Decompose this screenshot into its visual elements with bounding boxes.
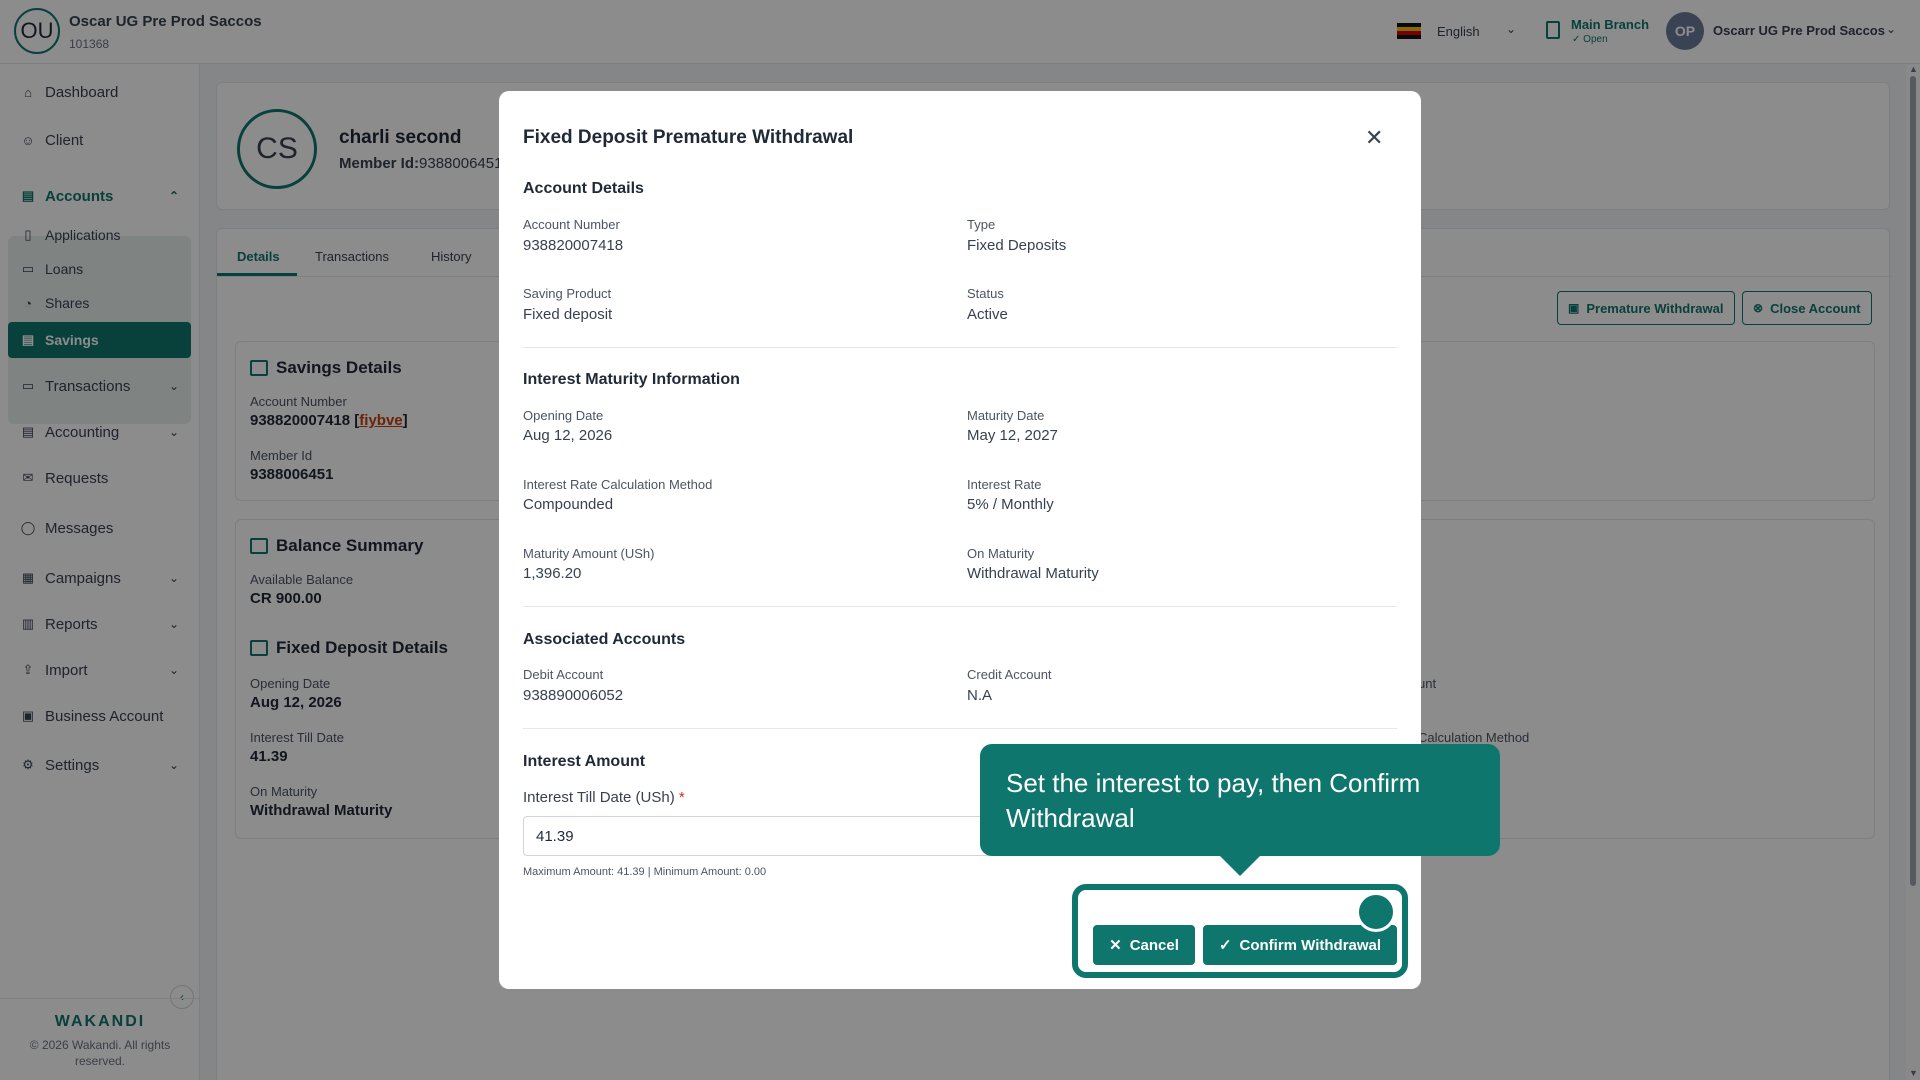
section-divider <box>523 728 1397 729</box>
maturity-amount-label: Maturity Amount (USh) <box>523 546 655 561</box>
maturity-date-value: May 12, 2027 <box>967 427 1058 444</box>
debit-account-value: 938890006052 <box>523 687 624 704</box>
on-maturity-label: On Maturity <box>967 546 1035 561</box>
credit-account-label: Credit Account <box>967 667 1052 682</box>
opening-date-value: Aug 12, 2026 <box>523 427 613 444</box>
type-label: Type <box>967 217 996 232</box>
section-title-account-details: Account Details <box>523 180 644 197</box>
dialog-title: Fixed Deposit Premature Withdrawal <box>523 127 854 148</box>
saving-product-label: Saving Product <box>523 286 612 301</box>
calc-method-label: Interest Rate Calculation Method <box>523 477 713 492</box>
tour-tooltip: Set the interest to pay, then Confirm Wi… <box>980 744 1500 856</box>
tour-pulse-dot <box>1356 892 1396 932</box>
interest-till-date-label: Interest Till Date (USh) * <box>523 789 685 806</box>
section-divider <box>523 347 1397 348</box>
required-marker: * <box>678 789 685 806</box>
status-value: Active <box>967 306 1008 323</box>
calc-method-value: Compounded <box>523 496 614 513</box>
input-label-text: Interest Till Date (USh) <box>523 789 675 806</box>
section-divider <box>523 606 1397 607</box>
opening-date-label: Opening Date <box>523 408 604 423</box>
debit-account-label: Debit Account <box>523 667 604 682</box>
status-label: Status <box>967 286 1004 301</box>
credit-account-value: N.A <box>967 687 993 704</box>
interest-rate-value: 5% / Monthly <box>967 496 1054 513</box>
section-title-interest-maturity: Interest Maturity Information <box>523 371 740 388</box>
on-maturity-value: Withdrawal Maturity <box>967 565 1099 582</box>
section-title-interest-amount: Interest Amount <box>523 753 646 770</box>
interest-rate-label: Interest Rate <box>967 477 1042 492</box>
maturity-date-label: Maturity Date <box>967 408 1045 423</box>
tooltip-arrow <box>1220 856 1260 876</box>
close-icon[interactable]: ✕ <box>1365 125 1383 151</box>
maturity-amount-value: 1,396.20 <box>523 565 582 582</box>
account-number-label: Account Number <box>523 217 620 232</box>
amount-limits-hint: Maximum Amount: 41.39 | Minimum Amount: … <box>523 866 767 878</box>
saving-product-value: Fixed deposit <box>523 306 613 323</box>
tour-highlight-ring <box>1072 884 1408 978</box>
account-number-value: 938820007418 <box>523 237 624 254</box>
type-value: Fixed Deposits <box>967 237 1067 254</box>
section-title-associated-accounts: Associated Accounts <box>523 631 686 648</box>
